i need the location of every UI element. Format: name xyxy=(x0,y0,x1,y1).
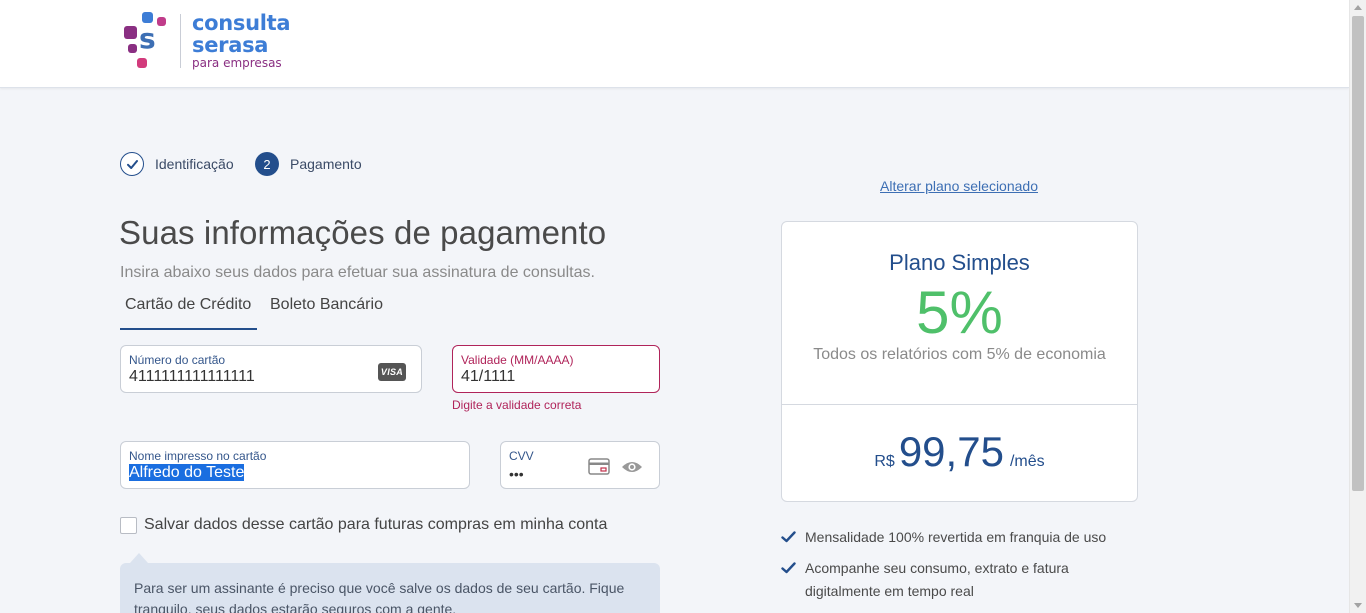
active-tab-indicator xyxy=(120,328,257,330)
cvv-input[interactable]: ••• xyxy=(509,466,524,482)
save-card-label: Salvar dados desse cartão para futuras c… xyxy=(144,516,608,533)
plan-description: Todos os relatórios com 5% de economia xyxy=(813,346,1106,363)
tab-boleto-bancario[interactable]: Boleto Bancário xyxy=(270,296,383,314)
cvv-label: CVV xyxy=(509,449,534,463)
card-number-input[interactable]: 4111111111111111 xyxy=(129,368,255,386)
serasa-logo[interactable]: s consulta serasa para empresas xyxy=(122,12,292,72)
step-pagamento: 2 Pagamento xyxy=(255,152,362,176)
plan-card: Plano Simples 5% Todos os relatórios com… xyxy=(781,221,1138,502)
card-number-label: Número do cartão xyxy=(129,353,226,367)
header: s consulta serasa para empresas xyxy=(0,0,1349,88)
cvv-field[interactable]: CVV ••• xyxy=(500,441,660,489)
save-card-row[interactable]: Salvar dados desse cartão para futuras c… xyxy=(120,516,607,534)
benefit-item: Acompanhe seu consumo, extrato e fatura … xyxy=(781,557,1121,603)
logo-mark-icon: s xyxy=(122,12,168,70)
validity-field[interactable]: Validade (MM/AAAA) 41/1111 xyxy=(452,345,660,393)
validity-input[interactable]: 41/1111 xyxy=(461,368,515,386)
tooltip-text: Para ser um assinante é preciso que você… xyxy=(134,580,625,613)
step-identificacao-label: Identificação xyxy=(155,156,234,172)
tooltip-arrow xyxy=(130,553,148,563)
benefit-text: Mensalidade 100% revertida em franquia d… xyxy=(805,529,1107,545)
logo-line3: para empresas xyxy=(192,56,282,70)
validity-label: Validade (MM/AAAA) xyxy=(461,353,574,367)
price-currency: R$ xyxy=(874,453,895,470)
logo-line1: consulta xyxy=(192,11,291,35)
visa-card-icon: VISA xyxy=(378,363,406,381)
validity-error-message: Digite a validade correta xyxy=(452,398,582,412)
step-identificacao: Identificação xyxy=(120,152,234,176)
vertical-scrollbar[interactable] xyxy=(1349,0,1366,613)
step-pagamento-label: Pagamento xyxy=(290,156,362,172)
logo-text: consulta serasa para empresas xyxy=(192,11,291,70)
save-card-checkbox[interactable] xyxy=(120,516,137,534)
card-name-label: Nome impresso no cartão xyxy=(129,449,267,463)
show-cvv-eye-icon[interactable] xyxy=(621,460,643,479)
logo-line2: serasa xyxy=(192,33,269,57)
check-icon xyxy=(781,562,796,574)
check-icon xyxy=(120,152,144,176)
plan-name: Plano Simples xyxy=(889,250,1030,275)
scroll-thumb[interactable] xyxy=(1352,16,1364,491)
check-icon xyxy=(781,531,796,543)
scroll-down-icon[interactable] xyxy=(1354,603,1362,608)
benefit-text: Acompanhe seu consumo, extrato e fatura … xyxy=(805,560,1069,599)
card-back-icon xyxy=(588,458,610,480)
plan-price: R$ 99,75 /mês xyxy=(782,428,1137,476)
plan-discount-percent: 5% xyxy=(916,279,1003,346)
page-subtitle: Insira abaixo seus dados para efetuar su… xyxy=(120,264,595,281)
price-value: 99,75 xyxy=(898,428,1004,475)
card-name-input[interactable]: Alfredo do Teste xyxy=(129,464,245,482)
tab-cartao-credito[interactable]: Cartão de Crédito xyxy=(125,296,251,314)
card-name-field[interactable]: Nome impresso no cartão Alfredo do Teste xyxy=(120,441,470,489)
change-plan-link[interactable]: Alterar plano selecionado xyxy=(880,178,1038,194)
logo-separator xyxy=(180,14,181,68)
scroll-up-icon[interactable] xyxy=(1354,5,1362,10)
card-name-selected-text: Alfredo do Teste xyxy=(129,464,245,481)
save-card-tooltip: Para ser um assinante é preciso que você… xyxy=(120,563,660,613)
benefit-item: Mensalidade 100% revertida em franquia d… xyxy=(781,526,1106,549)
step-number: 2 xyxy=(255,152,279,176)
price-period: /mês xyxy=(1009,453,1045,470)
page-title: Suas informações de pagamento xyxy=(119,214,607,251)
card-number-field[interactable]: Número do cartão 4111111111111111 VISA xyxy=(120,345,422,393)
plan-divider xyxy=(782,404,1137,405)
